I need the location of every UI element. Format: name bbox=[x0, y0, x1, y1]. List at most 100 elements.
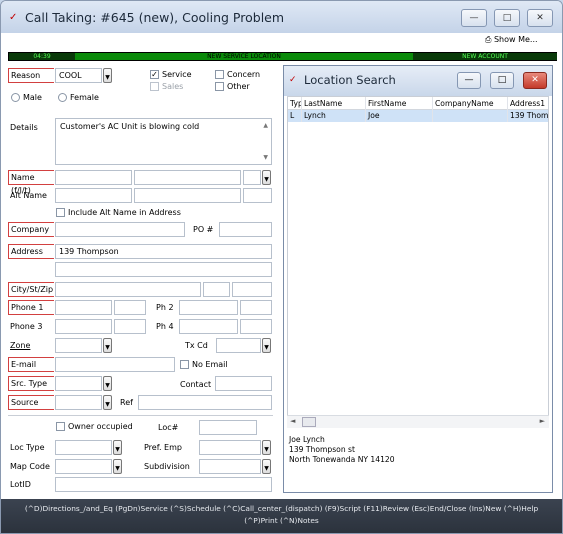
ph4-ext-input[interactable] bbox=[240, 319, 272, 334]
source-dropdown[interactable]: ▼ bbox=[103, 395, 112, 410]
shortcut-line-2: (^P)Print (^N)Notes bbox=[244, 516, 319, 525]
status-location: NEW SERVICE LOCATION bbox=[207, 53, 281, 60]
details-textarea[interactable]: Customer's AC Unit is blowing cold ▲ ▼ bbox=[55, 118, 272, 165]
ls-maximize-button[interactable]: □ bbox=[490, 72, 514, 89]
title-input[interactable] bbox=[243, 170, 261, 185]
app-logo-icon: ✓ bbox=[9, 12, 18, 23]
female-radio[interactable] bbox=[58, 93, 67, 102]
address-input[interactable]: 139 Thompson bbox=[55, 244, 272, 259]
ph2-ext-input[interactable] bbox=[240, 300, 272, 315]
email-input[interactable] bbox=[55, 357, 175, 372]
loc-type-dropdown[interactable]: ▼ bbox=[113, 440, 122, 455]
city-input[interactable] bbox=[55, 282, 201, 297]
zone-label: Zone bbox=[10, 341, 31, 350]
company-input[interactable] bbox=[55, 222, 185, 237]
col-companyname[interactable]: CompanyName bbox=[433, 97, 508, 110]
name-label: Name (f/l/t) bbox=[8, 170, 54, 195]
minimize-button[interactable]: — bbox=[461, 9, 487, 27]
src-type-label: Src. Type bbox=[8, 376, 54, 391]
lotid-label: LotID bbox=[10, 480, 31, 489]
ls-minimize-button[interactable]: — bbox=[457, 72, 481, 89]
po-input[interactable] bbox=[219, 222, 272, 237]
src-type-dropdown[interactable]: ▼ bbox=[103, 376, 112, 391]
scroll-down-icon[interactable]: ▼ bbox=[263, 154, 268, 161]
contact-input[interactable] bbox=[215, 376, 272, 391]
phone1-ext-input[interactable] bbox=[114, 300, 146, 315]
last-name-input[interactable] bbox=[134, 170, 241, 185]
row-address1: 139 Thomp bbox=[510, 111, 549, 120]
name-dropdown[interactable]: ▼ bbox=[262, 170, 271, 185]
detail-street: 139 Thompson st bbox=[289, 445, 355, 454]
details-text: Customer's AC Unit is blowing cold bbox=[60, 122, 200, 131]
ls-close-button[interactable]: ✕ bbox=[523, 72, 547, 89]
status-bar: 04:39 NEW SERVICE LOCATION NEW ACCOUNT bbox=[8, 52, 557, 61]
company-label: Company bbox=[8, 222, 54, 237]
shortcut-bar: (^D)Directions_/and_Eq (PgDn)Service (^S… bbox=[1, 499, 562, 533]
source-input[interactable] bbox=[55, 395, 102, 410]
horizontal-scrollbar[interactable]: ◄ ► bbox=[287, 415, 549, 428]
phone3-ext-input[interactable] bbox=[114, 319, 146, 334]
details-label: Details bbox=[10, 123, 38, 132]
phone3-input[interactable] bbox=[55, 319, 112, 334]
include-alt-checkbox[interactable] bbox=[56, 208, 65, 217]
zip-input[interactable] bbox=[232, 282, 272, 297]
row-lastname: Lynch bbox=[302, 110, 366, 122]
lotid-input[interactable] bbox=[55, 477, 272, 492]
subdivision-label: Subdivision bbox=[144, 462, 190, 471]
loc-type-input[interactable] bbox=[55, 440, 112, 455]
state-input[interactable] bbox=[203, 282, 230, 297]
ref-input[interactable] bbox=[138, 395, 272, 410]
close-button[interactable]: ✕ bbox=[527, 9, 553, 27]
pref-emp-input[interactable] bbox=[199, 440, 261, 455]
reason-dropdown[interactable]: ▼ bbox=[103, 68, 112, 83]
location-results-grid: Typ LastName FirstName CompanyName Addre… bbox=[287, 96, 549, 426]
col-address1[interactable]: Address1 bbox=[508, 97, 548, 110]
src-type-input[interactable] bbox=[55, 376, 102, 391]
ph4-input[interactable] bbox=[179, 319, 238, 334]
col-firstname[interactable]: FirstName bbox=[366, 97, 433, 110]
col-typ[interactable]: Typ bbox=[288, 97, 302, 110]
map-code-label: Map Code bbox=[10, 462, 50, 471]
detail-city: North Tonewanda NY 14120 bbox=[289, 455, 395, 464]
reason-input[interactable]: COOL bbox=[55, 68, 102, 83]
service-checkbox[interactable]: ✓ bbox=[150, 70, 159, 79]
reason-label: Reason bbox=[8, 68, 54, 83]
map-code-dropdown[interactable]: ▼ bbox=[113, 459, 122, 474]
status-time: 04:39 bbox=[9, 53, 75, 60]
map-code-input[interactable] bbox=[55, 459, 112, 474]
alt-title-input[interactable] bbox=[243, 188, 272, 203]
phone1-input[interactable] bbox=[55, 300, 112, 315]
txcd-input[interactable] bbox=[216, 338, 261, 353]
pref-emp-dropdown[interactable]: ▼ bbox=[262, 440, 271, 455]
scroll-right-icon[interactable]: ► bbox=[540, 417, 545, 425]
alt-first-input[interactable] bbox=[55, 188, 132, 203]
sales-checkbox[interactable] bbox=[150, 82, 159, 91]
subdivision-input[interactable] bbox=[199, 459, 261, 474]
loc-input[interactable] bbox=[199, 420, 257, 435]
address-label: Address bbox=[8, 244, 54, 259]
ph2-label: Ph 2 bbox=[156, 303, 174, 312]
scroll-thumb[interactable] bbox=[302, 417, 316, 427]
concern-label: Concern bbox=[227, 70, 261, 79]
ph2-input[interactable] bbox=[179, 300, 238, 315]
location-search-titlebar: ✓ Location Search — □ ✕ bbox=[284, 66, 552, 96]
table-row[interactable]: L Lynch Joe 139 Thomp bbox=[288, 110, 548, 122]
subdivision-dropdown[interactable]: ▼ bbox=[262, 459, 271, 474]
zone-dropdown[interactable]: ▼ bbox=[103, 338, 112, 353]
concern-checkbox[interactable] bbox=[215, 70, 224, 79]
col-lastname[interactable]: LastName bbox=[302, 97, 366, 110]
no-email-checkbox[interactable] bbox=[180, 360, 189, 369]
male-radio[interactable] bbox=[11, 93, 20, 102]
loc-label: Loc# bbox=[158, 423, 179, 432]
txcd-dropdown[interactable]: ▼ bbox=[262, 338, 271, 353]
owner-occupied-checkbox[interactable] bbox=[56, 422, 65, 431]
maximize-button[interactable]: □ bbox=[494, 9, 520, 27]
alt-last-input[interactable] bbox=[134, 188, 241, 203]
address2-input[interactable] bbox=[55, 262, 272, 277]
show-me-button[interactable]: ⎙ Show Me... bbox=[485, 35, 538, 45]
scroll-up-icon[interactable]: ▲ bbox=[263, 122, 268, 129]
zone-input[interactable] bbox=[55, 338, 102, 353]
scroll-left-icon[interactable]: ◄ bbox=[290, 417, 295, 425]
first-name-input[interactable] bbox=[55, 170, 132, 185]
other-checkbox[interactable] bbox=[215, 82, 224, 91]
